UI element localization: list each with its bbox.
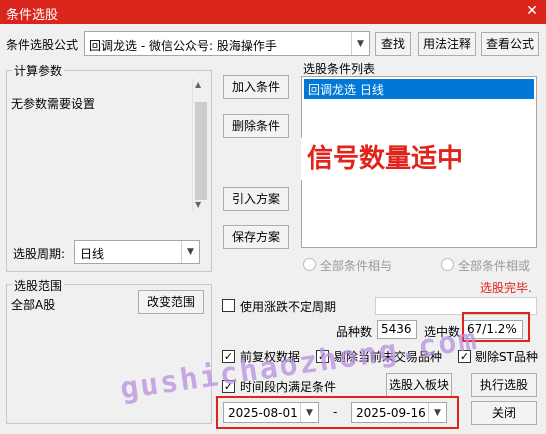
- params-group-title: 计算参数: [12, 62, 65, 79]
- change-range-button[interactable]: 改变范围: [138, 290, 204, 314]
- period-select-value: 日线: [80, 247, 105, 261]
- exclude-st-label: 剔除ST品种: [475, 350, 538, 364]
- range-value: 全部A股: [11, 298, 56, 312]
- add-condition-button[interactable]: 加入条件: [223, 75, 289, 99]
- title-bar: 条件选股 ✕: [0, 0, 546, 24]
- radio-or-button[interactable]: [441, 258, 454, 271]
- params-empty-text: 无参数需要设置: [11, 97, 96, 111]
- formula-select[interactable]: 回调龙选 - 微信公众号: 股海操作手 ▼: [84, 31, 370, 56]
- conditions-title: 选股条件列表: [303, 62, 376, 76]
- window-title: 条件选股: [6, 8, 59, 23]
- params-scrollbar[interactable]: ▲ ▼: [192, 78, 208, 212]
- formula-label: 条件选股公式: [6, 38, 79, 52]
- radio-or-label: 全部条件相或: [458, 259, 531, 273]
- radio-and-label: 全部条件相与: [320, 259, 393, 273]
- condition-item[interactable]: 回调龙选 日线: [304, 79, 534, 99]
- remove-condition-button[interactable]: 删除条件: [223, 114, 289, 138]
- unfixed-period-label: 使用涨跌不定周期: [240, 300, 337, 314]
- chevron-down-icon[interactable]: ▼: [351, 32, 369, 55]
- scroll-thumb[interactable]: [195, 102, 207, 200]
- unfixed-period-checkbox[interactable]: [222, 299, 235, 315]
- status-text: 选股完毕.: [480, 281, 532, 295]
- find-button[interactable]: 查找: [375, 32, 411, 56]
- save-plan-button[interactable]: 保存方案: [223, 225, 289, 249]
- execute-button[interactable]: 执行选股: [471, 373, 537, 397]
- highlight-box: [216, 396, 459, 429]
- period-select[interactable]: 日线 ▼: [74, 240, 200, 264]
- usage-button[interactable]: 用法注释: [418, 32, 476, 56]
- chevron-down-icon[interactable]: ▼: [181, 241, 199, 263]
- radio-or[interactable]: [441, 258, 454, 274]
- radio-and[interactable]: [303, 258, 316, 274]
- formula-select-value: 回调龙选 - 微信公众号: 股海操作手: [89, 39, 277, 53]
- to-block-button[interactable]: 选股入板块: [386, 373, 452, 397]
- scroll-up-icon[interactable]: ▲: [195, 80, 201, 89]
- scroll-down-icon[interactable]: ▼: [195, 200, 201, 209]
- import-plan-button[interactable]: 引入方案: [223, 187, 289, 211]
- close-icon[interactable]: ✕: [518, 0, 546, 24]
- close-button[interactable]: 关闭: [471, 401, 537, 425]
- view-formula-button[interactable]: 查看公式: [481, 32, 539, 56]
- overlay-banner-text: 信号数量适中: [301, 138, 475, 180]
- range-group-title: 选股范围: [12, 277, 65, 294]
- checkbox-unchecked-icon[interactable]: [222, 299, 235, 312]
- period-label: 选股周期:: [13, 247, 66, 261]
- radio-and-button[interactable]: [303, 258, 316, 271]
